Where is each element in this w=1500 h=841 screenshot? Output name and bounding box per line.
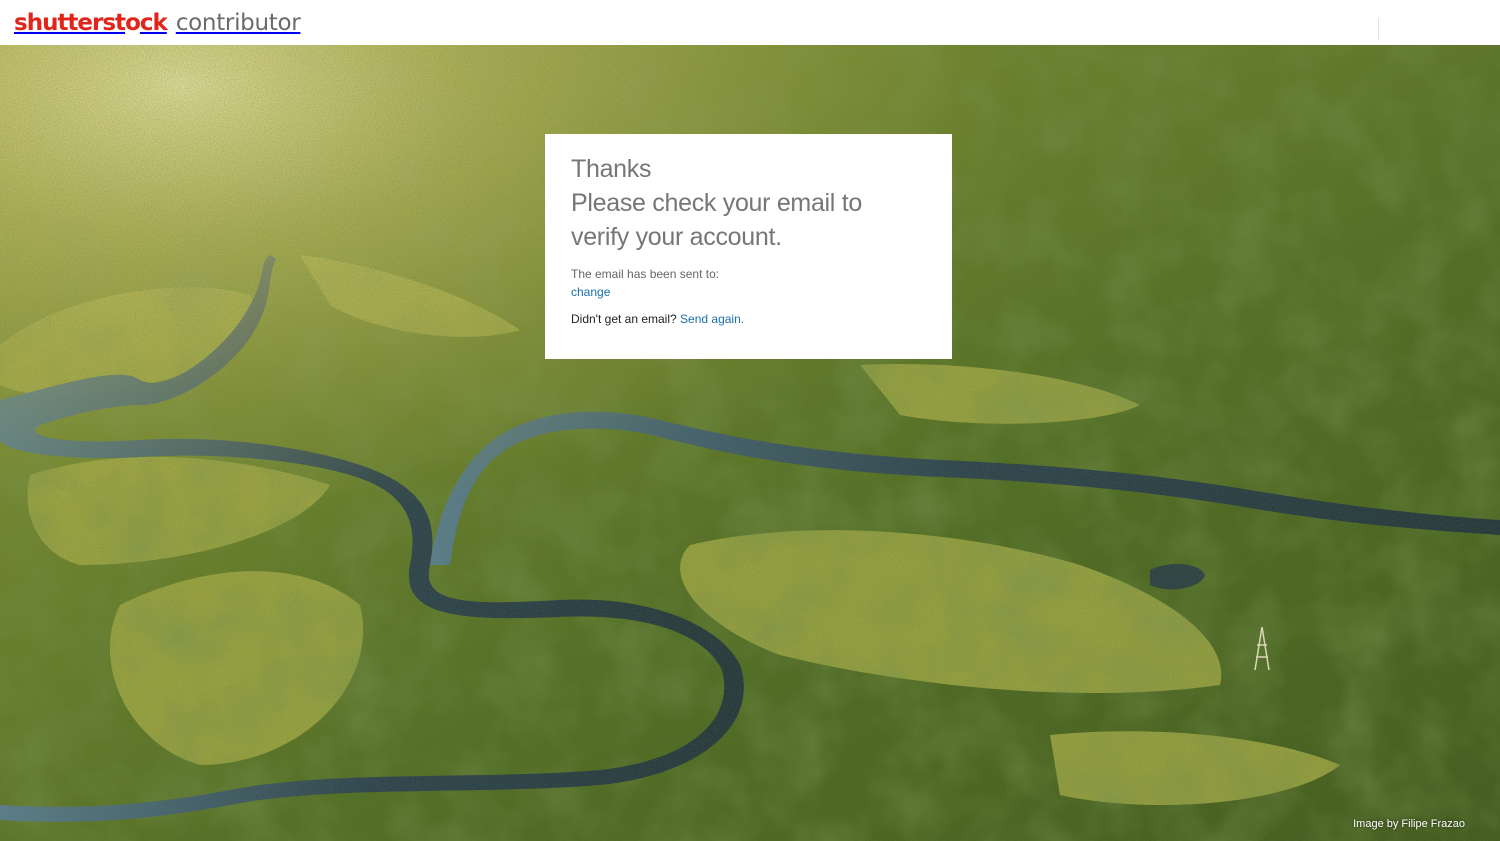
verification-card: Thanks Please check your email to verify… <box>545 134 952 359</box>
send-again-link[interactable]: Send again. <box>680 312 744 326</box>
logo-brand-text: shutterstock <box>14 9 168 36</box>
page: shutterstock contributor Image by Filipe… <box>0 0 1500 841</box>
email-sent-label: The email has been sent to: <box>571 267 720 281</box>
shutterstock-contributor-logo[interactable]: shutterstock contributor <box>14 9 301 36</box>
top-navigation-bar: shutterstock contributor <box>0 0 1500 45</box>
card-title: Thanks Please check your email to verify… <box>571 152 926 254</box>
resend-row: Didn't get an email? Send again. <box>571 311 926 327</box>
logo-brand-o: o <box>125 9 141 36</box>
logo-brand-right: ck <box>139 9 168 36</box>
logo-o-icon: o <box>125 9 141 36</box>
not-received-text: Didn't get an email? <box>571 312 677 326</box>
card-title-line-1: Thanks <box>571 155 652 183</box>
logo-brand-left: shutterst <box>14 9 126 36</box>
card-title-line-3: verify your account. <box>571 223 782 251</box>
card-title-line-2: Please check your email to <box>571 189 862 217</box>
logo-product-text: contributor <box>175 9 301 36</box>
change-email-link[interactable]: change <box>571 284 610 300</box>
image-credit: Image by Filipe Frazao <box>1353 818 1465 830</box>
nav-divider <box>1378 18 1379 40</box>
